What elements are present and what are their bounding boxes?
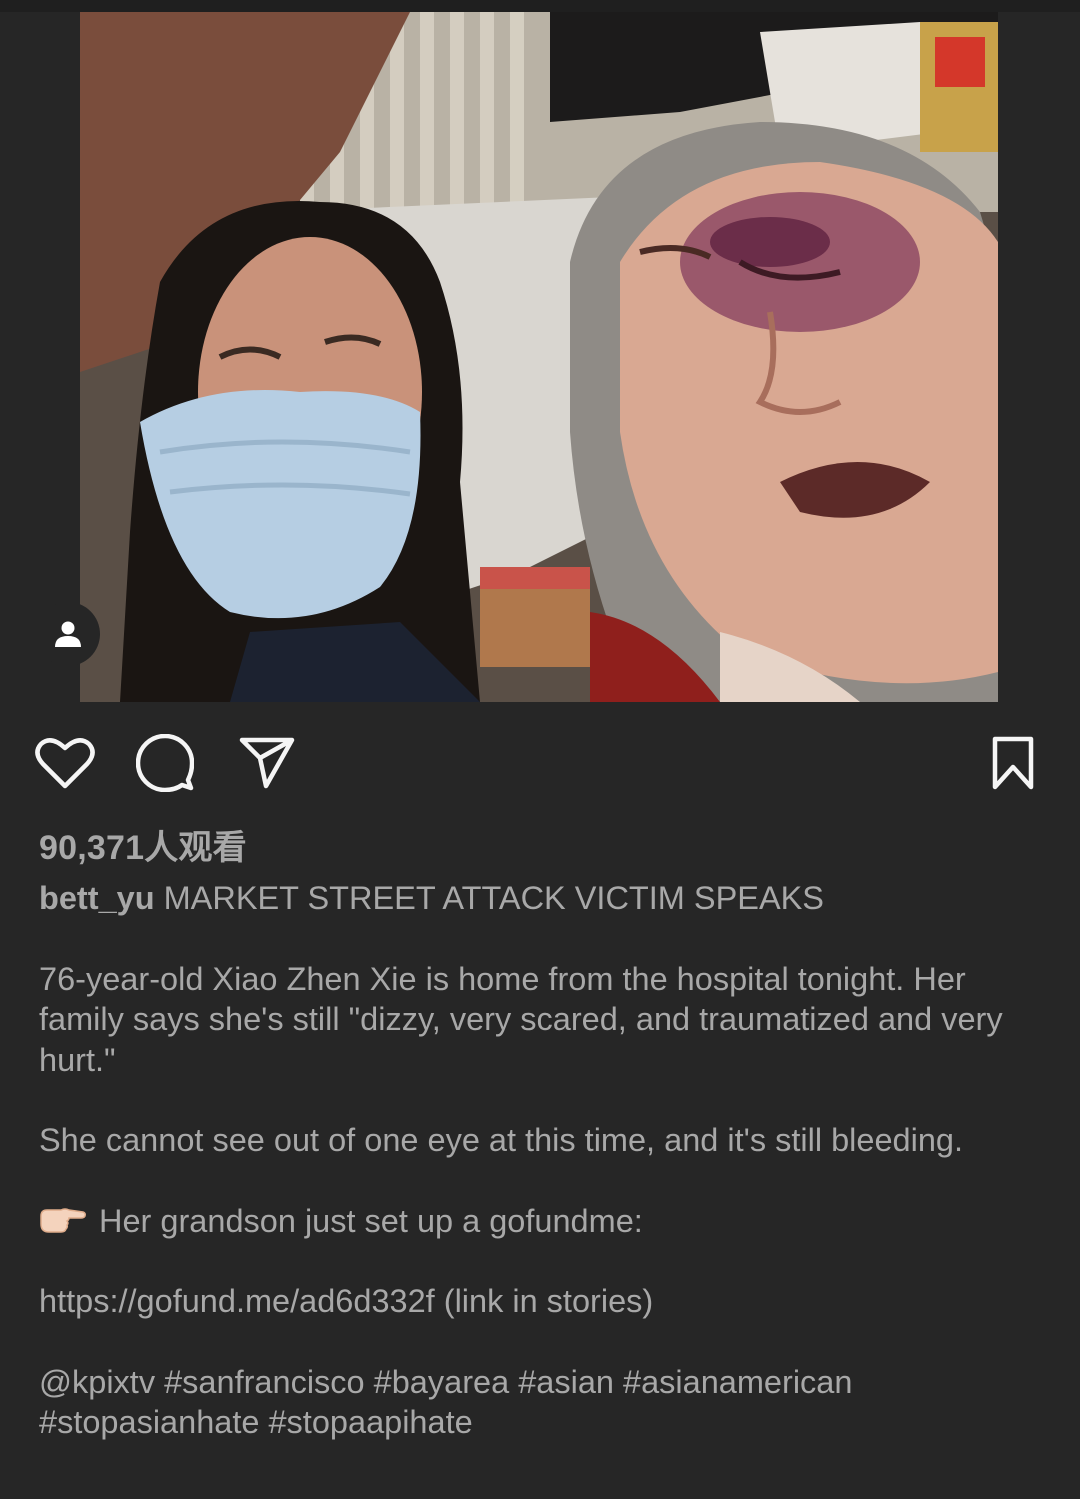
caption-headline: MARKET STREET ATTACK VICTIM SPEAKS (163, 880, 824, 916)
caption-gofundme-line: Her grandson just set up a gofundme: (39, 1201, 1049, 1242)
comment-bubble-icon (136, 734, 194, 792)
caption-headline-line: bett_yu MARKET STREET ATTACK VICTIM SPEA… (39, 878, 1049, 919)
caption-tags-line-1[interactable]: @kpixtv #sanfrancisco #bayarea #asian #a… (39, 1362, 1049, 1403)
caption-tags-line-2[interactable]: #stopasianhate #stopaapihate (39, 1402, 1049, 1443)
save-button[interactable] (982, 732, 1044, 794)
post-caption: bett_yu MARKET STREET ATTACK VICTIM SPEA… (39, 878, 1049, 1443)
like-button[interactable] (34, 732, 96, 794)
action-bar (0, 722, 1080, 804)
top-strip (0, 0, 1080, 12)
user-tag-button[interactable] (36, 602, 100, 666)
share-button[interactable] (236, 732, 298, 794)
view-count-suffix: 人观看 (144, 829, 247, 867)
caption-link[interactable]: https://gofund.me/ad6d332f (link in stor… (39, 1281, 1049, 1322)
media-letterbox-right (998, 12, 1080, 702)
media-letterbox-left (0, 12, 80, 702)
video-frame[interactable] (80, 12, 998, 702)
caption-paragraph-2: She cannot see out of one eye at this ti… (39, 1122, 963, 1158)
view-count-number: 90,371 (39, 829, 145, 867)
post-media[interactable] (0, 12, 1080, 702)
username-link[interactable]: bett_yu (39, 880, 155, 916)
comment-button[interactable] (134, 732, 196, 794)
heart-outline-icon (35, 738, 95, 789)
view-count: 90,371人观看 (39, 820, 247, 869)
paper-plane-icon (239, 737, 295, 789)
caption-paragraph-1: 76-year-old Xiao Zhen Xie is home from t… (39, 960, 1003, 1078)
person-icon (55, 621, 81, 647)
backhand-index-pointing-right-emoji (40, 1207, 86, 1233)
bookmark-icon (992, 736, 1034, 790)
gofundme-text: Her grandson just set up a gofundme: (99, 1202, 643, 1239)
video-still-illustration (80, 12, 998, 702)
